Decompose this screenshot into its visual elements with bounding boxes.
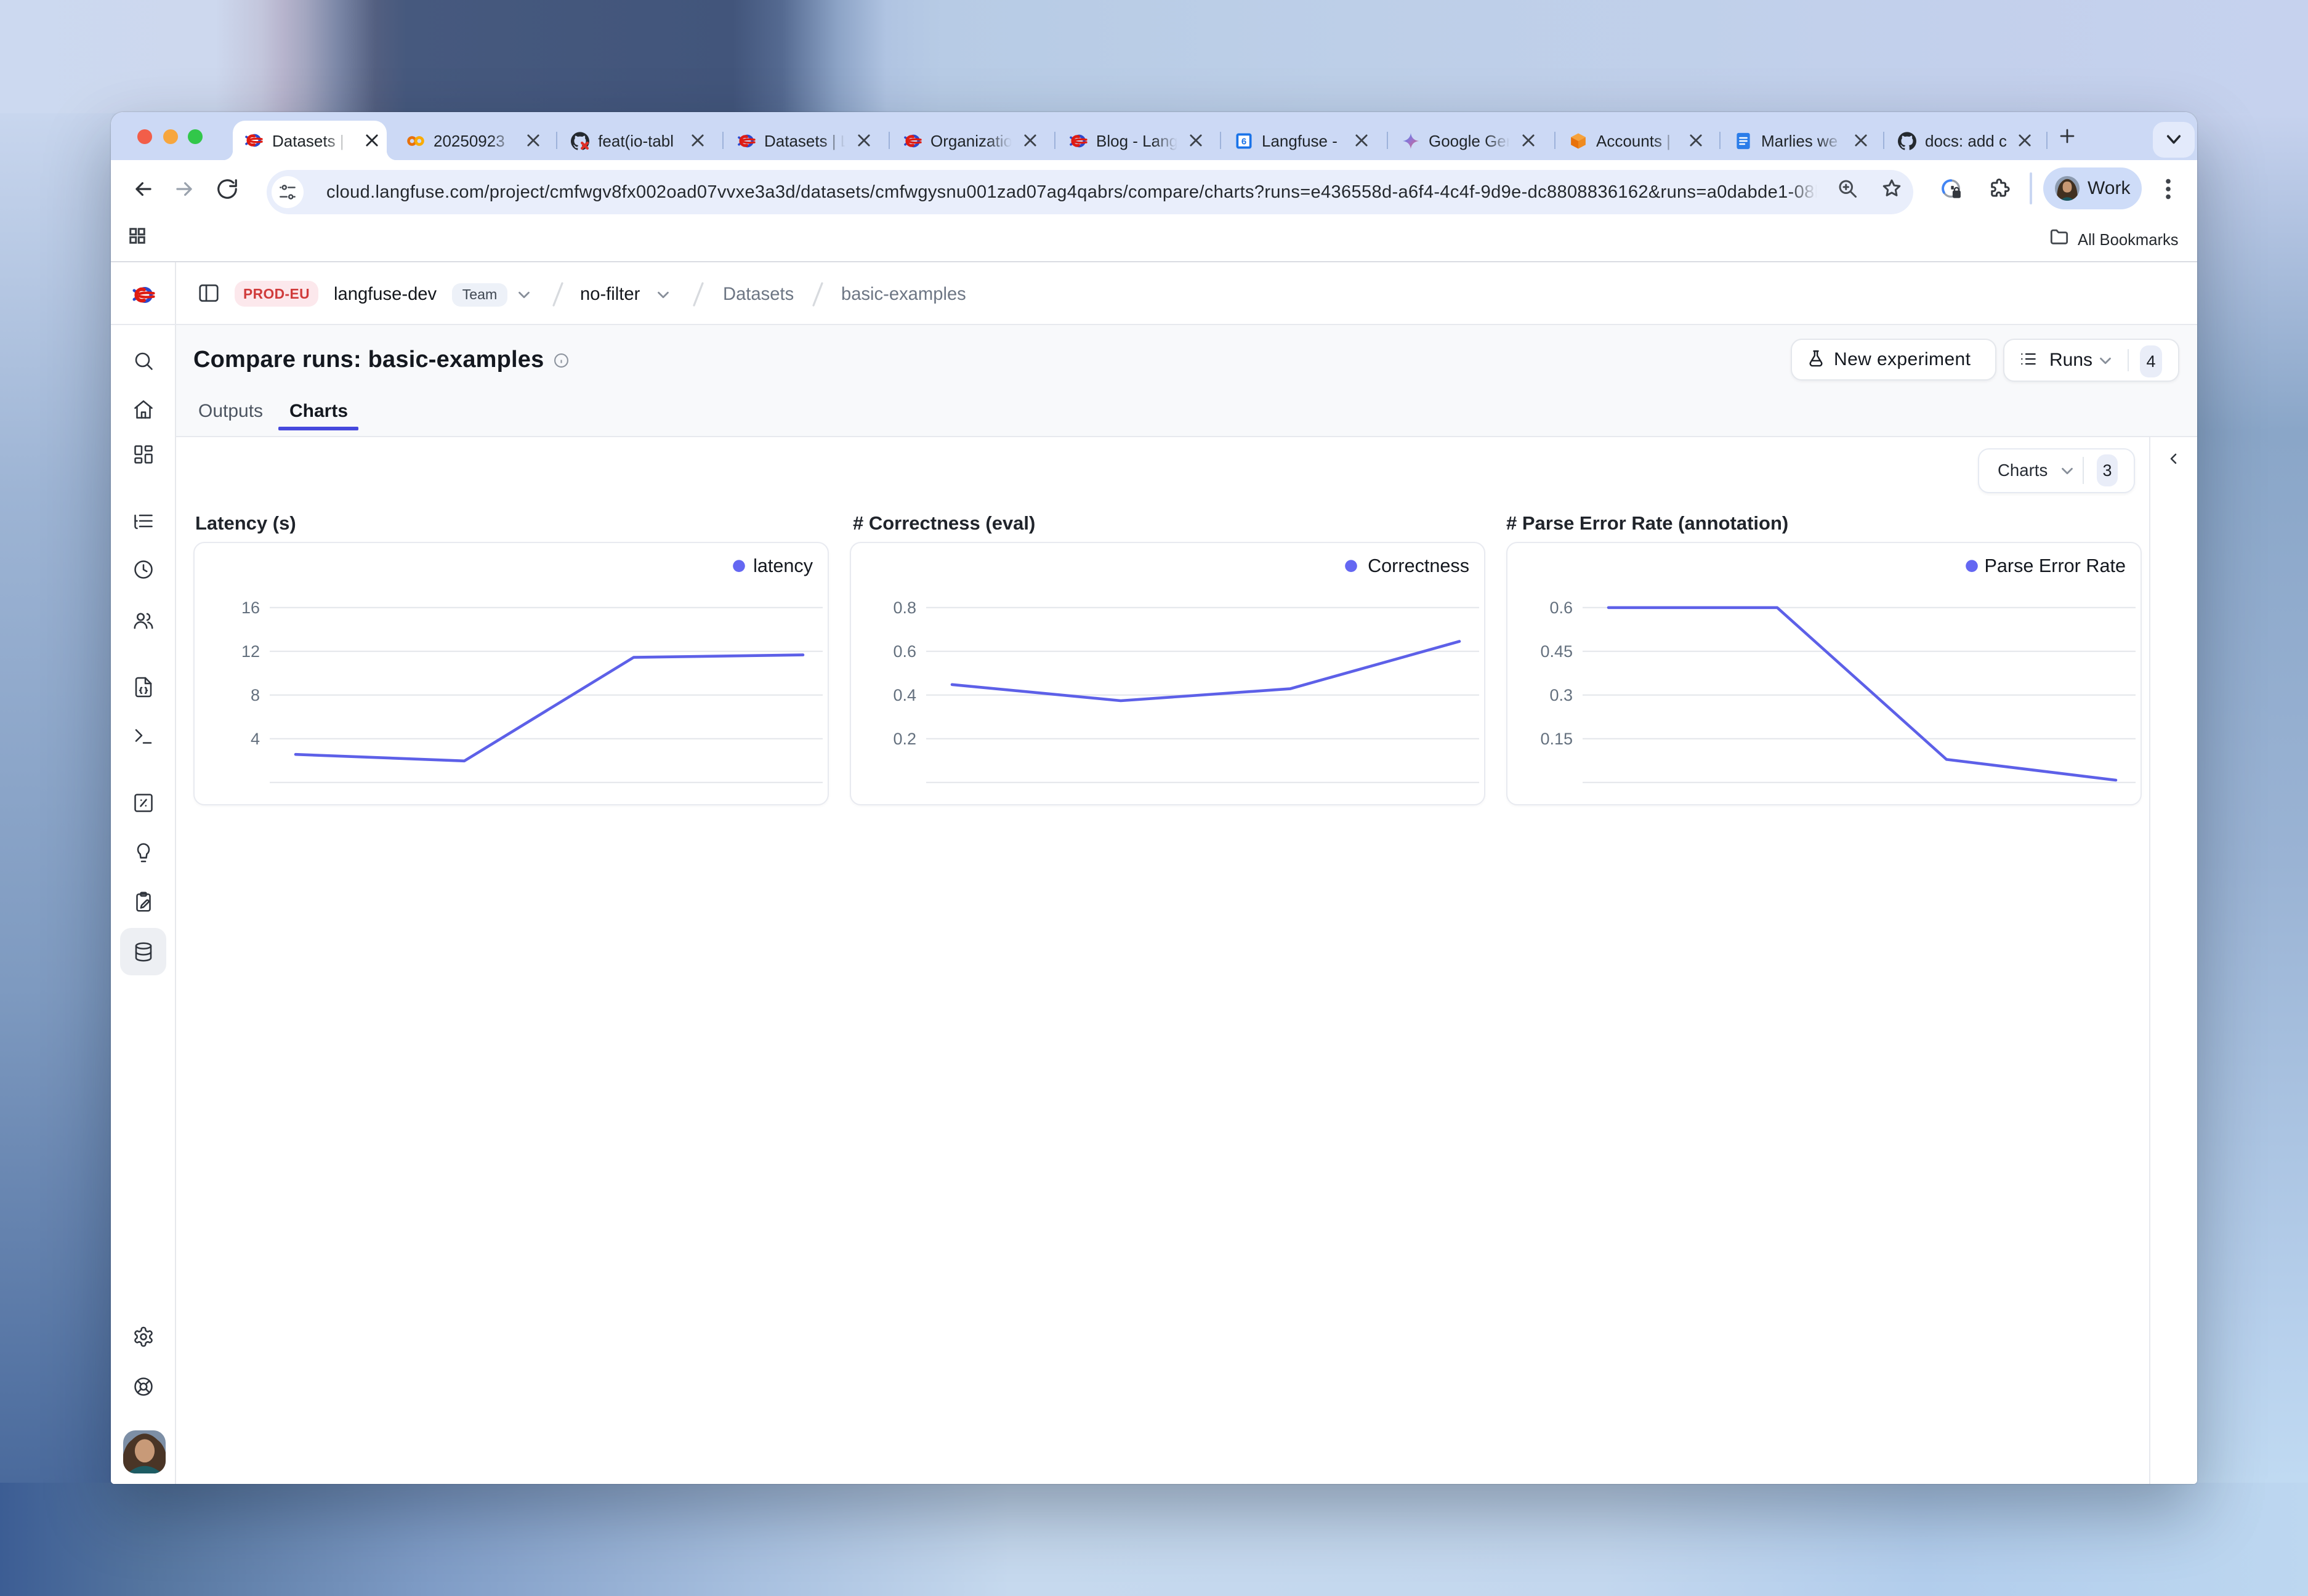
svg-text:latency: latency [753,555,813,576]
svg-text:8: 8 [251,686,260,704]
svg-text:0.4: 0.4 [893,686,916,704]
svg-text:6: 6 [1241,137,1246,147]
svg-text:0.15: 0.15 [1540,730,1573,748]
svg-text:Correctness: Correctness [1368,555,1469,576]
svg-text:0.3: 0.3 [1549,686,1573,704]
svg-text:12: 12 [241,642,260,661]
svg-text:0.8: 0.8 [893,598,916,617]
svg-text:16: 16 [241,598,260,617]
svg-text:0.6: 0.6 [1549,598,1573,617]
svg-text:0.2: 0.2 [893,730,916,748]
svg-text:0.6: 0.6 [893,642,916,661]
svg-text:Parse Error Rate: Parse Error Rate [1984,555,2126,576]
svg-text:0.45: 0.45 [1540,642,1573,661]
svg-text:4: 4 [251,730,260,748]
